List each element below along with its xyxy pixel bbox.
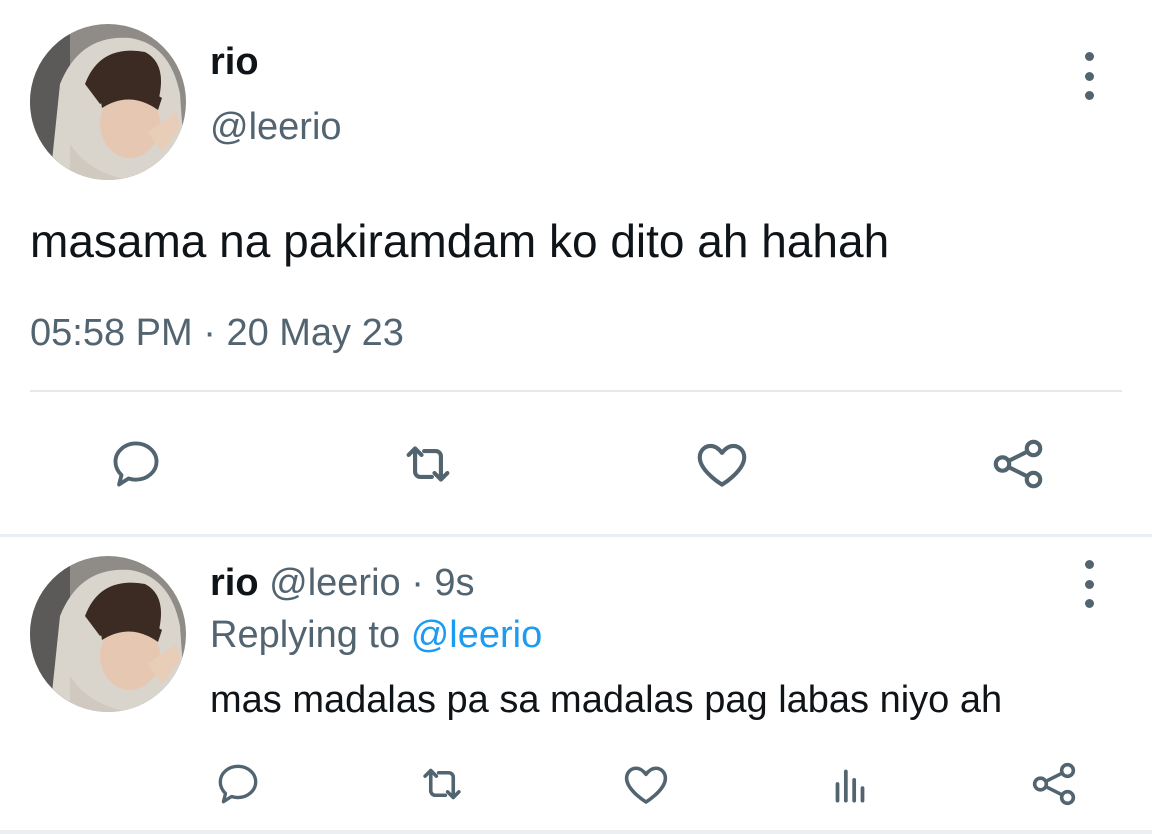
meta-separator: · — [203, 312, 216, 354]
retweet-icon — [406, 446, 450, 482]
avatar-photo — [30, 556, 186, 712]
tweet-timestamp[interactable]: 05:58 PM · 20 May 23 — [30, 310, 404, 356]
main-tweet: rio @leerio masama na pakiramdam ko dito… — [0, 0, 1152, 536]
divider — [30, 390, 1122, 392]
author-name[interactable]: rio — [210, 562, 259, 604]
author-name[interactable]: rio — [210, 40, 259, 84]
reply-header: rio @leerio · 9s — [210, 560, 475, 606]
tweet-thread: rio @leerio masama na pakiramdam ko dito… — [0, 0, 1152, 834]
dot — [1084, 71, 1094, 81]
retweet-icon — [423, 768, 461, 800]
dot — [1084, 560, 1094, 569]
dot — [1084, 91, 1094, 100]
reply-icon — [113, 441, 159, 487]
tweet-relative-time[interactable]: 9s — [434, 562, 474, 604]
divider — [0, 830, 1152, 834]
avatar[interactable] — [30, 24, 186, 180]
reply-button[interactable] — [104, 432, 168, 496]
analytics-icon — [835, 769, 865, 803]
avatar-photo — [30, 24, 186, 180]
like-icon — [624, 766, 668, 804]
like-button[interactable] — [618, 756, 674, 812]
mention-link[interactable]: @leerio — [411, 614, 543, 656]
dot — [1084, 599, 1094, 608]
like-button[interactable] — [690, 432, 754, 496]
divider — [0, 534, 1152, 537]
author-handle[interactable]: @leerio — [210, 104, 342, 150]
share-icon — [993, 439, 1043, 489]
share-icon — [1032, 762, 1076, 806]
reply-button[interactable] — [210, 756, 266, 812]
dot — [1084, 52, 1094, 61]
meta-separator: · — [411, 562, 424, 604]
tweet-text: mas madalas pa sa madalas pag labas niyo… — [210, 679, 1003, 721]
more-options-icon[interactable] — [1072, 52, 1106, 100]
share-button[interactable] — [1026, 756, 1082, 812]
tweet-time: 05:58 PM — [30, 312, 193, 354]
dot — [1084, 579, 1094, 589]
retweet-button[interactable] — [396, 432, 460, 496]
replying-label: Replying to — [210, 614, 401, 656]
like-icon — [697, 443, 747, 487]
more-options-icon[interactable] — [1072, 560, 1106, 608]
retweet-button[interactable] — [414, 756, 470, 812]
share-button[interactable] — [986, 432, 1050, 496]
tweet-date: 20 May 23 — [226, 312, 404, 354]
avatar[interactable] — [30, 556, 186, 712]
replying-to: Replying to @leerio — [210, 612, 542, 658]
author-handle[interactable]: @leerio — [269, 562, 401, 604]
analytics-button[interactable] — [822, 756, 878, 812]
tweet-text: masama na pakiramdam ko dito ah hahah — [30, 215, 890, 267]
reply-icon — [218, 764, 258, 804]
